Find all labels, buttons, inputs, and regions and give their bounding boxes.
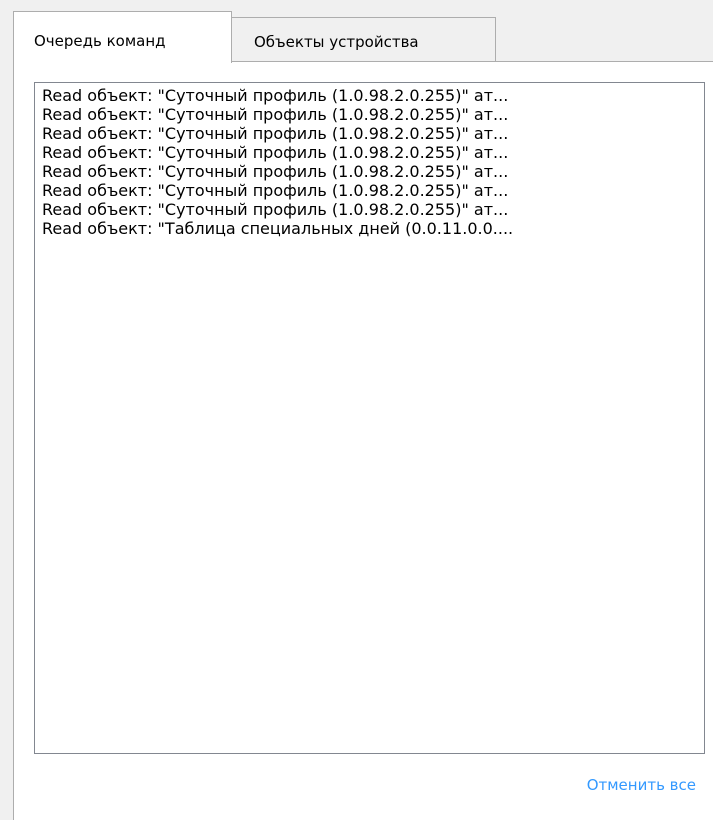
list-item[interactable]: Read объект: "Суточный профиль (1.0.98.2… [42,200,692,219]
tab-command-queue[interactable]: Очередь команд [13,11,232,63]
list-item[interactable]: Read объект: "Суточный профиль (1.0.98.2… [42,86,692,105]
list-item[interactable]: Read объект: "Таблица специальных дней (… [42,219,692,238]
list-item[interactable]: Read объект: "Суточный профиль (1.0.98.2… [42,105,692,124]
command-queue-window: Очередь команд Объекты устройства Read о… [0,0,713,820]
tab-device-objects[interactable]: Объекты устройства [231,17,496,61]
list-item[interactable]: Read объект: "Суточный профиль (1.0.98.2… [42,162,692,181]
command-queue-list[interactable]: Read объект: "Суточный профиль (1.0.98.2… [34,82,705,754]
list-item[interactable]: Read объект: "Суточный профиль (1.0.98.2… [42,143,692,162]
cancel-all-link[interactable]: Отменить все [587,776,696,794]
list-item[interactable]: Read объект: "Суточный профиль (1.0.98.2… [42,124,692,143]
list-item[interactable]: Read объект: "Суточный профиль (1.0.98.2… [42,181,692,200]
